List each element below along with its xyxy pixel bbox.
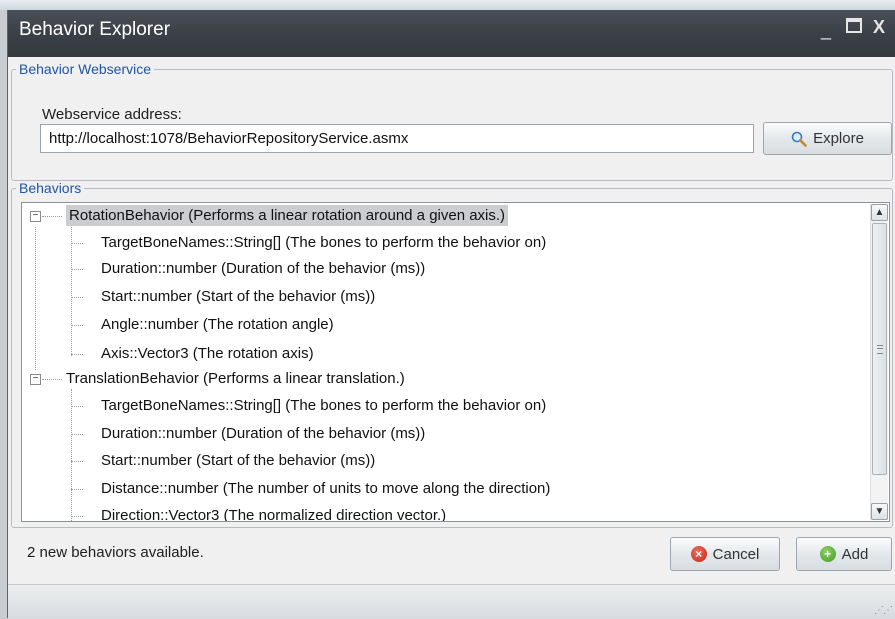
behaviors-group-label: Behaviors <box>19 180 82 196</box>
tree-leaf[interactable]: Distance::number (The number of units to… <box>101 476 550 502</box>
tree-leaf[interactable]: Angle::number (The rotation angle) <box>101 312 334 338</box>
behaviors-tree[interactable]: − − RotationBehavior (Performs a linear … <box>21 202 890 522</box>
cancel-icon: × <box>690 546 707 562</box>
tree-connector <box>71 489 83 490</box>
add-icon: + <box>819 546 836 562</box>
chevron-down-icon: ▼ <box>874 506 885 517</box>
tree-node-label: TranslationBehavior (Performs a linear t… <box>66 370 405 387</box>
tree-connector <box>71 516 83 517</box>
status-text: 2 new behaviors available. <box>27 544 204 561</box>
tree-connector <box>71 406 83 407</box>
scroll-up-button[interactable]: ▲ <box>871 204 888 221</box>
tree-connector <box>42 216 62 217</box>
title-bar: Behavior Explorer _ X <box>8 10 895 57</box>
tree-scrollbar[interactable]: ▲ ▼ <box>870 204 888 520</box>
tree-leaf[interactable]: Start::number (Start of the behavior (ms… <box>101 448 375 474</box>
background-strip <box>0 0 895 10</box>
tree-connector <box>71 325 83 326</box>
tree-leaf[interactable]: TargetBoneNames::String[] (The bones to … <box>101 230 546 256</box>
maximize-button[interactable] <box>842 17 866 38</box>
resize-grip-icon[interactable]: ⋰⋰ <box>874 605 893 616</box>
tree-leaf[interactable]: Duration::number (Duration of the behavi… <box>101 421 425 447</box>
add-button[interactable]: + Add <box>796 537 892 571</box>
tree-connector <box>35 227 36 370</box>
webservice-group-label: Behavior Webservice <box>19 61 152 77</box>
explore-button[interactable]: Explore <box>763 122 892 155</box>
explore-button-label: Explore <box>813 130 864 147</box>
tree-connector <box>71 434 83 435</box>
chevron-up-icon: ▲ <box>874 207 885 218</box>
tree-connector <box>71 225 72 356</box>
tree-node-rotation-behavior[interactable]: RotationBehavior (Performs a linear rota… <box>66 203 509 229</box>
minimize-button[interactable]: _ <box>814 20 838 41</box>
tree-connector <box>71 389 72 521</box>
scroll-down-button[interactable]: ▼ <box>871 503 888 520</box>
tree-node-label: RotationBehavior (Performs a linear rota… <box>66 205 509 226</box>
tree-connector <box>71 297 83 298</box>
webservice-address-input[interactable] <box>40 124 754 153</box>
grip-icon <box>877 345 883 354</box>
magnifier-icon <box>791 131 807 147</box>
address-label: Webservice address: <box>42 106 182 123</box>
tree-leaf[interactable]: Direction::Vector3 (The normalized direc… <box>101 503 446 521</box>
tree-connector <box>71 243 83 244</box>
collapse-toggle-icon[interactable]: − <box>30 211 41 222</box>
tree-leaf[interactable]: Duration::number (Duration of the behavi… <box>101 256 425 282</box>
tree-connector <box>71 354 83 355</box>
cancel-button[interactable]: × Cancel <box>670 537 780 571</box>
cancel-button-label: Cancel <box>712 545 760 563</box>
collapse-toggle-icon[interactable]: − <box>30 374 41 385</box>
tree-connector <box>42 379 62 380</box>
add-button-label: Add <box>841 545 869 563</box>
tree-node-translation-behavior[interactable]: TranslationBehavior (Performs a linear t… <box>66 366 405 392</box>
scroll-thumb[interactable] <box>872 223 887 475</box>
tree-connector <box>71 461 83 462</box>
tree-leaf[interactable]: TargetBoneNames::String[] (The bones to … <box>101 393 546 419</box>
tree-connector <box>71 269 83 270</box>
window-title: Behavior Explorer <box>19 19 171 40</box>
maximize-icon <box>846 18 862 33</box>
tree-leaf[interactable]: Start::number (Start of the behavior (ms… <box>101 284 375 310</box>
close-button[interactable]: X <box>867 17 891 38</box>
bottom-status-bar: ⋰⋰ <box>8 584 895 619</box>
behavior-explorer-window: Behavior Explorer _ X Behavior Webservic… <box>7 10 895 619</box>
tree-leaf[interactable]: Axis::Vector3 (The rotation axis) <box>101 341 314 367</box>
